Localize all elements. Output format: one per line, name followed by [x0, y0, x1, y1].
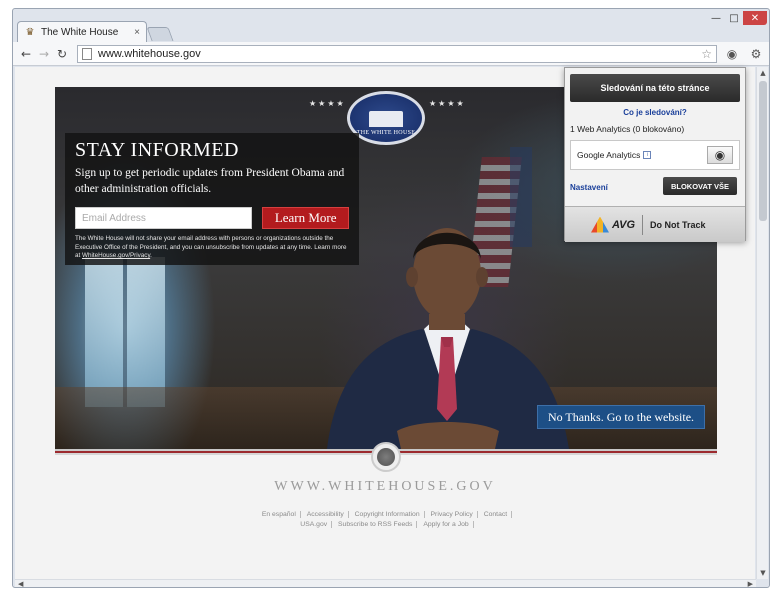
brand-divider: [642, 214, 644, 235]
maximize-button[interactable]: □: [725, 11, 743, 25]
dnt-extension-popup: Sledování na této stránce Co je sledován…: [564, 67, 746, 242]
white-house-icon: [369, 111, 403, 127]
block-all-button[interactable]: BLOKOVAT VŠE: [663, 177, 737, 195]
avg-branding: AVG Do Not Track: [565, 206, 745, 242]
footer-links-row-2: USA.gov Subscribe to RSS Feeds Apply for…: [15, 521, 755, 528]
background-window: [85, 257, 165, 407]
wrench-icon[interactable]: ⚙: [747, 45, 765, 63]
presidential-seal-icon: [371, 442, 401, 472]
avg-logo: AVG: [591, 216, 636, 233]
footer-link[interactable]: USA.gov: [296, 521, 333, 528]
tab-close-icon[interactable]: ×: [134, 27, 140, 38]
avg-logo-icon: [591, 216, 609, 233]
tracker-summary: 1 Web Analytics (0 blokováno): [570, 124, 685, 134]
footer-link[interactable]: Copyright Information: [350, 511, 425, 518]
page-icon: [82, 47, 92, 60]
close-window-button[interactable]: ✕: [743, 11, 767, 25]
settings-link[interactable]: Nastavení: [570, 183, 608, 192]
seal-text: THE WHITE HOUSE: [356, 130, 416, 136]
avg-logo-text: AVG: [612, 218, 636, 231]
privacy-notice: The White House will not share your emai…: [75, 235, 349, 261]
what-is-tracking-link[interactable]: Co je sledování?: [565, 108, 745, 117]
browser-toolbar: ← → ↻ www.whitehouse.gov ☆ ◉ ⚙: [13, 42, 769, 66]
eye-toggle-icon[interactable]: ◉: [707, 146, 733, 164]
footer-link[interactable]: Contact: [479, 511, 513, 518]
new-tab-button[interactable]: [146, 27, 174, 41]
url-text: www.whitehouse.gov: [98, 47, 201, 60]
forward-arrow-icon[interactable]: →: [35, 45, 53, 63]
scroll-left-icon[interactable]: ◀: [18, 580, 23, 587]
tracking-on-page-button[interactable]: Sledování na této stránce: [570, 74, 740, 102]
site-domain: WWW.WHITEHOUSE.GOV: [274, 479, 496, 494]
signup-subtitle: Sign up to get periodic updates from Pre…: [75, 167, 345, 195]
bookmark-star-icon[interactable]: ☆: [701, 47, 712, 61]
vertical-scrollbar[interactable]: ▲ ▼: [756, 67, 768, 579]
footer-link[interactable]: En español: [257, 511, 301, 518]
tracker-row: Google Analytics i ◉: [570, 140, 740, 170]
signup-title: STAY INFORMED: [75, 139, 239, 161]
privacy-end: .: [150, 252, 152, 259]
horizontal-scrollbar[interactable]: ◀ ▶: [15, 579, 756, 587]
footer-link[interactable]: Privacy Policy: [426, 511, 478, 518]
footer-link[interactable]: Accessibility: [302, 511, 349, 518]
scroll-right-icon[interactable]: ▶: [748, 580, 753, 587]
footer-link[interactable]: Subscribe to RSS Feeds: [334, 521, 418, 528]
stars-right: ★★★★: [429, 99, 466, 108]
scroll-down-icon[interactable]: ▼: [757, 569, 769, 577]
reload-icon[interactable]: ↻: [53, 45, 71, 63]
window-controls: — □ ✕: [707, 11, 767, 25]
dnt-extension-eye-icon[interactable]: ◉: [723, 45, 741, 63]
no-thanks-button[interactable]: No Thanks. Go to the website.: [537, 405, 705, 429]
do-not-track-label: Do Not Track: [650, 219, 706, 230]
scroll-up-icon[interactable]: ▲: [757, 69, 769, 77]
browser-window: — □ ✕ ♛ The White House × ← → ↻ www.whit…: [12, 8, 770, 588]
tracker-name: Google Analytics: [577, 150, 641, 160]
info-icon[interactable]: i: [643, 151, 652, 159]
footer-links-row-1: En español Accessibility Copyright Infor…: [15, 511, 755, 518]
browser-tab[interactable]: ♛ The White House ×: [17, 21, 147, 43]
privacy-link[interactable]: WhiteHouse.gov/Privacy: [82, 252, 150, 259]
scroll-thumb[interactable]: [759, 81, 767, 221]
stars-left: ★★★★: [309, 99, 346, 108]
signup-form: Learn More: [75, 207, 349, 229]
signup-panel: STAY INFORMED Sign up to get periodic up…: [65, 133, 359, 265]
back-arrow-icon[interactable]: ←: [17, 45, 35, 63]
tab-title: The White House: [41, 27, 119, 38]
eagle-favicon-icon: ♛: [25, 26, 35, 38]
learn-more-button[interactable]: Learn More: [262, 207, 349, 229]
email-field[interactable]: [75, 207, 253, 229]
minimize-button[interactable]: —: [707, 11, 725, 25]
footer-link[interactable]: Apply for a Job: [419, 521, 474, 528]
address-bar[interactable]: www.whitehouse.gov ☆: [77, 44, 717, 63]
